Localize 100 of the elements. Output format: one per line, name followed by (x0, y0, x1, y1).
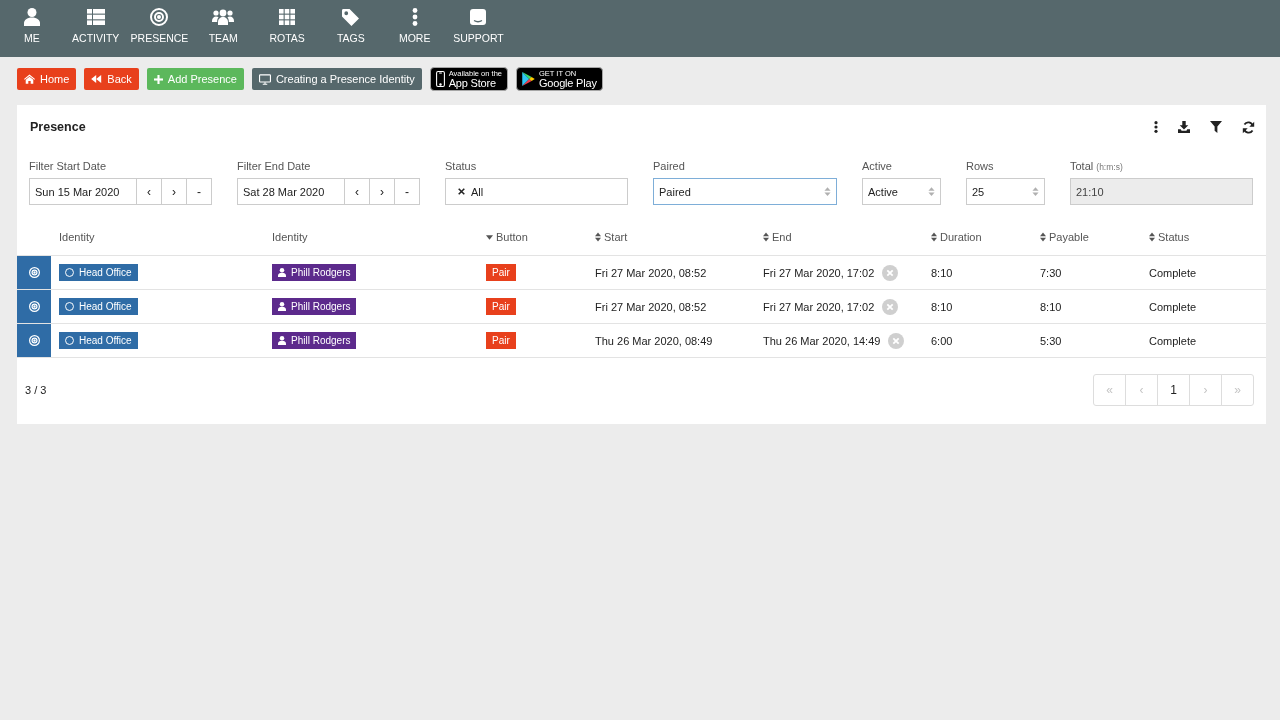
circle-icon (65, 336, 74, 345)
nav-item[interactable]: ACTIVITY (63, 0, 128, 57)
target-icon (28, 301, 40, 312)
select-field[interactable]: 25 (966, 178, 1045, 205)
monitor-icon (258, 73, 271, 85)
total-field: 21:10 (1070, 178, 1253, 205)
play-triangle-icon (522, 72, 535, 86)
more-icon[interactable] (1154, 121, 1158, 133)
button-type-label: Pair (486, 298, 516, 315)
person-icon (278, 336, 286, 345)
rewind-icon (91, 75, 103, 83)
table-cell: 8:10 (923, 255, 1032, 290)
nav-item[interactable]: TEAM (191, 0, 256, 57)
selected-tag: All (471, 185, 484, 198)
message-icon (470, 9, 487, 25)
person-icon (278, 302, 286, 311)
table-cell: Thu 26 Mar 2020, 14:49 (763, 334, 881, 347)
person-name: Phill Rodgers (291, 267, 351, 278)
nav-item[interactable]: PRESENCE (127, 0, 192, 57)
pagination-button[interactable]: 1 (1157, 374, 1190, 406)
select-arrows-icon (824, 186, 831, 197)
download-icon[interactable] (1178, 121, 1190, 133)
field-label: Total (1070, 160, 1094, 172)
grid-icon (279, 9, 296, 25)
date-step-button[interactable]: › (370, 178, 395, 205)
date-field[interactable]: Sat 28 Mar 2020 (237, 178, 345, 205)
person-name: Phill Rodgers (291, 335, 351, 346)
table-cell: 7:30 (1032, 255, 1141, 290)
table-cell: Fri 27 Mar 2020, 17:02 (763, 266, 875, 279)
person-icon (278, 268, 286, 277)
table-cell: Thu 26 Mar 2020, 08:49 (587, 323, 755, 358)
row-marker-cell[interactable] (17, 323, 51, 358)
date-step-button[interactable]: - (395, 178, 420, 205)
location-name: Head Office (79, 267, 132, 278)
nav-item[interactable]: ROTAS (255, 0, 319, 57)
nav-item[interactable]: TAGS (319, 0, 383, 57)
tag-select-field[interactable]: All (445, 178, 628, 205)
select-field[interactable]: Paired (653, 178, 837, 205)
select-arrows-icon (928, 186, 935, 197)
column-header[interactable]: End (772, 231, 792, 243)
table-cell: Fri 27 Mar 2020, 08:52 (587, 255, 755, 290)
home-icon (24, 74, 35, 84)
location-name: Head Office (79, 335, 132, 346)
nav-item[interactable]: SUPPORT (446, 0, 511, 57)
team-icon (212, 9, 235, 25)
table-cell: Complete (1141, 289, 1266, 324)
row-marker-cell[interactable] (17, 255, 51, 290)
field-label: Active (862, 159, 893, 173)
target-icon (150, 8, 169, 26)
table-cell: Complete (1141, 323, 1266, 358)
table-cell: 5:30 (1032, 323, 1141, 358)
location-name: Head Office (79, 301, 132, 312)
circle-icon (65, 268, 74, 277)
date-field[interactable]: Sun 15 Mar 2020 (29, 178, 137, 205)
field-label: Rows (966, 159, 995, 173)
nav-item[interactable]: ME (0, 0, 64, 57)
plus-icon (153, 74, 163, 84)
row-marker-cell[interactable] (17, 289, 51, 324)
person-name: Phill Rodgers (291, 301, 351, 312)
column-header[interactable]: Payable (1049, 231, 1089, 243)
field-label: Filter Start Date (29, 159, 108, 173)
table-cell: Fri 27 Mar 2020, 17:02 (763, 300, 875, 313)
table-cell: Complete (1141, 255, 1266, 290)
target-icon (28, 267, 40, 278)
select-field[interactable]: Active (862, 178, 941, 205)
date-step-button[interactable]: ‹ (345, 178, 370, 205)
filter-icon[interactable] (1210, 121, 1222, 133)
column-header[interactable]: Button (496, 231, 528, 243)
column-header[interactable]: Status (1158, 231, 1190, 243)
date-step-button[interactable]: › (162, 178, 187, 205)
circle-icon (65, 302, 74, 311)
nav-item[interactable]: MORE (382, 0, 447, 57)
tag-icon (342, 8, 360, 26)
remove-icon (458, 188, 465, 195)
home-button[interactable]: Home (17, 68, 77, 90)
unit-hint: (h:m:s) (1096, 162, 1123, 172)
guide-button[interactable]: Creating a Presence Identity (251, 68, 422, 90)
back-button[interactable]: Back (84, 68, 139, 90)
date-step-button[interactable]: ‹ (137, 178, 162, 205)
column-header[interactable]: Identity (59, 231, 95, 243)
table-cell: 8:10 (923, 289, 1032, 324)
table-cell: 8:10 (1032, 289, 1141, 324)
target-icon (28, 335, 40, 346)
record-count: 3 / 3 (25, 384, 47, 396)
column-header[interactable]: Start (604, 231, 628, 243)
person-icon (23, 8, 40, 26)
button-type-label: Pair (486, 264, 516, 281)
field-label: Paired (653, 159, 686, 173)
column-header[interactable]: Identity (272, 231, 308, 243)
more-icon (411, 8, 418, 26)
phone-icon (435, 71, 445, 87)
button-type-label: Pair (486, 332, 516, 349)
date-step-button[interactable]: - (187, 178, 212, 205)
refresh-icon[interactable] (1242, 120, 1255, 134)
select-arrows-icon (1032, 186, 1039, 197)
column-header[interactable]: Duration (940, 231, 982, 243)
panel-title: Presence (30, 120, 87, 134)
list-icon (86, 9, 105, 25)
table-cell: 6:00 (923, 323, 1032, 358)
field-label: Status (445, 159, 478, 173)
